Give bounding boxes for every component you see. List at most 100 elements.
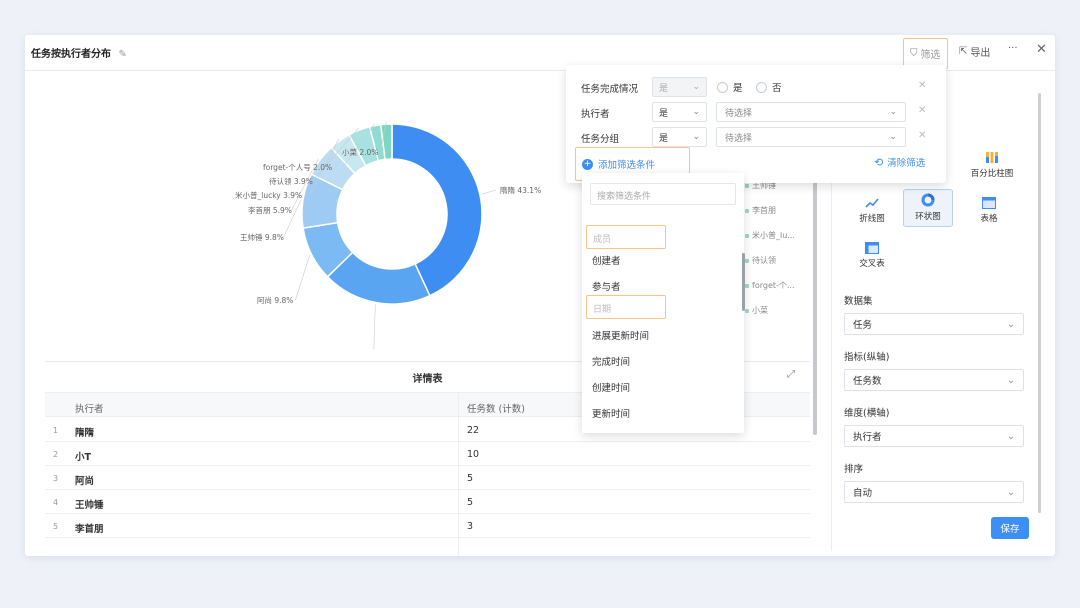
count-cell: 5 — [467, 497, 474, 508]
chart-type-line[interactable]: 折线图 — [847, 190, 897, 228]
label-leader-line — [295, 255, 311, 301]
condition-item[interactable]: 创建者 — [592, 253, 621, 267]
legend-label: forget-个... — [752, 281, 795, 290]
expand-icon[interactable]: ⤢ — [787, 369, 795, 380]
edit-title-icon[interactable]: ✎ — [118, 49, 126, 60]
radio-no-label: 否 — [772, 83, 782, 94]
column-header-count[interactable]: 任务数 (计数) — [467, 401, 525, 415]
condition-item[interactable]: 进展更新时间 — [592, 328, 649, 342]
radio-yes[interactable]: 是 — [717, 80, 743, 94]
legend-swatch — [745, 183, 749, 188]
executor-cell: 李首朋 — [75, 524, 104, 535]
chevron-down-icon: ⌄ — [889, 132, 897, 142]
legend-item[interactable]: 待认领 — [745, 255, 776, 266]
dialog-title-wrap: 任务按执行者分布 ✎ — [31, 45, 127, 60]
legend-swatch — [745, 283, 749, 288]
condition-item[interactable]: 创建时间 — [592, 380, 630, 394]
slice-data-label: 待认领 3.9% — [269, 176, 313, 186]
dropdown-scrollbar[interactable] — [742, 253, 745, 311]
filter-op-completion[interactable]: 是 ⌄ — [652, 77, 707, 97]
chart-type-label: 环状图 — [915, 212, 941, 222]
table-row[interactable]: 2 小T 10 — [45, 442, 810, 466]
executor-cell: 隋隋 — [75, 428, 95, 439]
export-button-label: 导出 — [970, 48, 991, 59]
legend-item[interactable]: 李首朋 — [745, 205, 776, 216]
row-index: 3 — [53, 474, 59, 483]
refresh-icon: ⟲ — [874, 155, 884, 169]
line-chart-icon — [865, 198, 879, 208]
close-button[interactable]: ✕ — [1036, 42, 1047, 57]
slice-data-label: 王帅锤 9.8% — [240, 232, 284, 242]
condition-search-input[interactable]: 搜索筛选条件 — [590, 183, 736, 205]
condition-item[interactable]: 参与者 — [592, 279, 621, 293]
export-button[interactable]: ⇱ 导出 — [959, 44, 990, 59]
legend-item[interactable]: 小菜 — [745, 305, 768, 316]
metric-select[interactable]: 任务数 ⌄ — [844, 369, 1024, 391]
more-button[interactable]: ··· — [1008, 43, 1018, 54]
chart-type-cross-table[interactable]: 交叉表 — [847, 235, 897, 273]
slice-data-label: 阿尚 9.8% — [257, 295, 293, 305]
executor-cell: 阿尚 — [75, 476, 95, 487]
count-cell: 3 — [467, 521, 474, 532]
remove-filter-icon[interactable]: ✕ — [918, 80, 926, 91]
dataset-label: 数据集 — [844, 296, 873, 307]
column-header-executor[interactable]: 执行者 — [75, 401, 104, 415]
clear-filter-button[interactable]: ⟲ 清除筛选 — [874, 155, 925, 170]
dimension-value: 执行者 — [853, 432, 882, 443]
filter-op-value: 是 — [659, 108, 669, 119]
row-index: 4 — [53, 498, 59, 507]
legend-label: 米小普_lu... — [752, 231, 795, 240]
close-icon: ✕ — [1036, 42, 1047, 57]
executor-cell: 王帅锤 — [75, 500, 104, 511]
dimension-select[interactable]: 执行者 ⌄ — [844, 425, 1024, 447]
donut-icon — [921, 193, 935, 207]
sort-select[interactable]: 自动 ⌄ — [844, 481, 1024, 503]
more-icon: ··· — [1008, 43, 1018, 54]
radio-circle — [717, 81, 728, 93]
legend-swatch — [745, 258, 749, 263]
dataset-value: 任务 — [853, 320, 873, 331]
chevron-down-icon: ⌄ — [692, 82, 700, 92]
chevron-down-icon: ⌄ — [1007, 318, 1015, 330]
legend-item[interactable]: 米小普_lu... — [745, 230, 795, 241]
filter-value-placeholder: 待选择 — [725, 133, 753, 144]
metric-value: 任务数 — [853, 376, 882, 387]
filter-label-completion: 任务完成情况 — [581, 84, 639, 95]
remove-filter-icon[interactable]: ✕ — [918, 105, 926, 116]
filter-value-executor[interactable]: 待选择 ⌄ — [716, 102, 906, 122]
condition-item[interactable]: 完成时间 — [592, 354, 630, 368]
chevron-down-icon: ⌄ — [1007, 430, 1015, 442]
metric-label: 指标(纵轴) — [844, 352, 890, 363]
config-scrollbar[interactable] — [1038, 93, 1041, 513]
slice-data-label: 米小普_lucky 3.9% — [235, 190, 302, 200]
legend-label: 待认领 — [752, 256, 776, 265]
count-cell: 10 — [467, 449, 480, 460]
chart-type-percent-bar[interactable]: 百分比柱图 — [964, 145, 1020, 183]
dataset-select[interactable]: 任务 ⌄ — [844, 313, 1024, 335]
chevron-down-icon: ⌄ — [692, 132, 700, 142]
filter-op-value: 是 — [659, 83, 669, 94]
sort-value: 自动 — [853, 488, 873, 499]
condition-item[interactable]: 更新时间 — [592, 406, 630, 420]
table-row[interactable]: 4 王帅锤 5 — [45, 490, 810, 514]
dimension-label: 维度(横轴) — [844, 408, 890, 419]
save-button[interactable]: 保存 — [991, 517, 1029, 539]
filter-op-group[interactable]: 是 ⌄ — [652, 127, 707, 147]
chevron-down-icon: ⌄ — [1007, 374, 1015, 386]
filter-label-group: 任务分组 — [581, 134, 620, 145]
chevron-down-icon: ⌄ — [692, 107, 700, 117]
legend-label: 李首朋 — [752, 206, 776, 215]
radio-no[interactable]: 否 — [756, 80, 782, 94]
table-row[interactable]: 3 阿尚 5 — [45, 466, 810, 490]
chart-type-label: 表格 — [980, 214, 998, 224]
filter-value-group[interactable]: 待选择 ⌄ — [716, 127, 906, 147]
filter-op-value: 是 — [659, 133, 669, 144]
chart-type-donut[interactable]: 环状图 — [903, 189, 953, 227]
chart-type-table[interactable]: 表格 — [964, 190, 1014, 228]
table-row[interactable]: 5 李首朋 3 — [45, 514, 810, 538]
legend-item[interactable]: forget-个... — [745, 280, 795, 291]
filter-op-executor[interactable]: 是 ⌄ — [652, 102, 707, 122]
remove-filter-icon[interactable]: ✕ — [918, 130, 926, 141]
executor-cell: 小T — [75, 452, 91, 463]
chart-legend: 王帅锤 李首朋 米小普_lu... 待认领 forget-个... 小菜 — [745, 180, 815, 320]
